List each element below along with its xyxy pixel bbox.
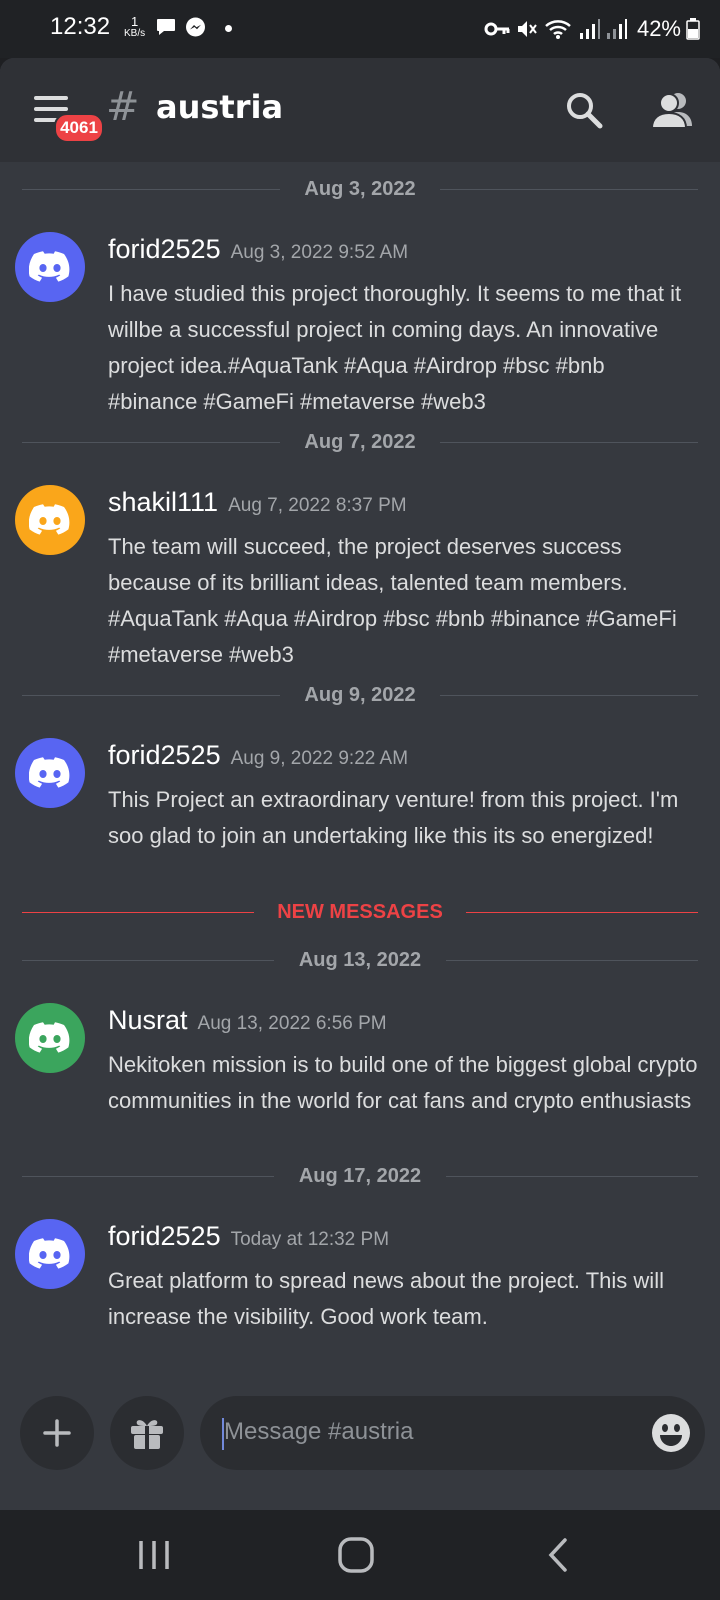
message-header: shakil111 Aug 7, 2022 8:37 PM <box>108 487 407 518</box>
discord-app: 4061 # austria Aug 3, 2022 forid2525 Aug 3… <box>0 58 720 1510</box>
channel-title[interactable]: austria <box>156 88 283 126</box>
avatar[interactable] <box>15 232 85 302</box>
notification-dot <box>225 25 232 32</box>
battery-percent: 42% <box>636 16 681 41</box>
date-label: Aug 7, 2022 <box>290 431 430 453</box>
message-text: Nekitoken mission is to build one of the… <box>108 1052 698 1113</box>
message-text: Great platform to spread news about the … <box>108 1268 664 1329</box>
channel-hash-icon: # <box>106 84 140 130</box>
recent-apps-button[interactable] <box>124 1532 184 1578</box>
composer-bar: Message #austria <box>0 1390 720 1510</box>
back-button[interactable] <box>528 1532 588 1578</box>
status-bar: 12:32 1 KB/s 42% <box>0 0 720 58</box>
username[interactable]: shakil111 <box>108 487 218 517</box>
timestamp: Aug 9, 2022 9:22 AM <box>230 748 409 769</box>
avatar[interactable] <box>15 1003 85 1073</box>
message-notification-icon <box>157 19 175 35</box>
message-header: forid2525 Aug 3, 2022 9:52 AM <box>108 234 408 265</box>
new-messages-label: NEW MESSAGES <box>263 901 457 923</box>
home-icon <box>338 1537 374 1573</box>
unread-badge: 4061 <box>54 113 104 143</box>
discord-logo-icon <box>29 1238 70 1269</box>
message-text: I have studied this project thoroughly. … <box>108 281 682 414</box>
vpn-key-icon <box>484 22 510 36</box>
timestamp: Aug 13, 2022 6:56 PM <box>197 1013 387 1034</box>
message-text: This Project an extraordinary venture! f… <box>108 787 679 848</box>
messenger-icon <box>186 17 205 37</box>
discord-logo-icon <box>29 251 70 282</box>
avatar[interactable] <box>15 1219 85 1289</box>
date-divider: Aug 9, 2022 <box>22 684 698 706</box>
date-label: Aug 9, 2022 <box>290 684 430 706</box>
timestamp: Aug 7, 2022 8:37 PM <box>228 495 407 516</box>
avatar[interactable] <box>15 485 85 555</box>
signal-icon-2 <box>606 19 627 39</box>
date-label: Aug 13, 2022 <box>284 949 436 971</box>
system-navigation-bar <box>0 1510 720 1600</box>
date-label: Aug 17, 2022 <box>284 1165 436 1187</box>
new-messages-divider: NEW MESSAGES <box>22 901 698 923</box>
net-speed-value: 1 <box>130 14 139 29</box>
status-time: 12:32 <box>50 13 111 40</box>
username[interactable]: forid2525 <box>108 234 221 264</box>
username[interactable]: Nusrat <box>108 1005 188 1035</box>
message-header: Nusrat Aug 13, 2022 6:56 PM <box>108 1005 387 1036</box>
gift-icon <box>131 1420 163 1449</box>
timestamp: Today at 12:32 PM <box>230 1229 390 1250</box>
net-speed: 1 KB/s <box>124 15 145 39</box>
mute-icon <box>517 21 537 37</box>
avatar[interactable] <box>15 738 85 808</box>
timestamp: Aug 3, 2022 9:52 AM <box>230 242 409 263</box>
date-divider: Aug 17, 2022 <box>22 1165 698 1187</box>
battery-icon <box>686 18 700 40</box>
add-attachment-button[interactable] <box>20 1396 94 1470</box>
net-speed-unit: KB/s <box>124 28 146 39</box>
status-icons: 42% <box>484 14 700 44</box>
gift-button[interactable] <box>110 1396 184 1470</box>
search-icon[interactable] <box>564 90 604 130</box>
signal-icon <box>579 19 600 39</box>
members-icon[interactable] <box>650 90 694 130</box>
discord-logo-icon <box>29 504 70 535</box>
message-text: The team will succeed, the project deser… <box>108 534 677 667</box>
back-icon <box>548 1538 567 1572</box>
message-header: forid2525 Aug 9, 2022 9:22 AM <box>108 740 408 771</box>
discord-logo-icon <box>29 757 70 788</box>
discord-logo-icon <box>29 1022 70 1053</box>
home-button[interactable] <box>326 1532 386 1578</box>
emoji-icon[interactable] <box>651 1413 691 1453</box>
date-divider: Aug 13, 2022 <box>22 949 698 971</box>
date-label: Aug 3, 2022 <box>290 178 430 200</box>
wifi-icon <box>545 20 571 39</box>
plus-icon <box>43 1419 71 1447</box>
channel-header: 4061 # austria <box>0 58 720 162</box>
username[interactable]: forid2525 <box>108 740 221 770</box>
message-input-placeholder: Message #austria <box>224 1418 414 1445</box>
message-header: forid2525 Today at 12:32 PM <box>108 1221 389 1252</box>
date-divider: Aug 3, 2022 <box>22 178 698 200</box>
username[interactable]: forid2525 <box>108 1221 221 1251</box>
message-input[interactable]: Message #austria <box>200 1396 705 1470</box>
date-divider: Aug 7, 2022 <box>22 431 698 453</box>
recent-apps-icon <box>139 1541 169 1569</box>
